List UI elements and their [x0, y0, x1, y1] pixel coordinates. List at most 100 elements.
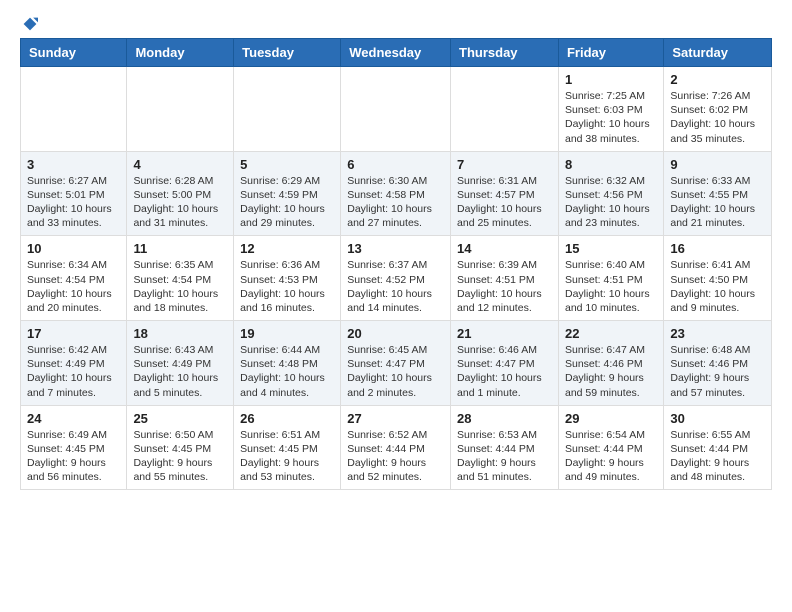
calendar-week-1: 1 Sunrise: 7:25 AM Sunset: 6:03 PM Daylig…: [21, 67, 772, 152]
day-number: 25: [133, 411, 227, 426]
day-info: Sunrise: 6:33 AM Sunset: 4:55 PM Dayligh…: [670, 174, 765, 231]
logo-icon: [22, 16, 38, 32]
day-number: 10: [27, 241, 120, 256]
day-number: 16: [670, 241, 765, 256]
day-info: Sunrise: 7:26 AM Sunset: 6:02 PM Dayligh…: [670, 89, 765, 146]
calendar-cell: 19 Sunrise: 6:44 AM Sunset: 4:48 PM Dayli…: [234, 321, 341, 406]
calendar-cell: 3 Sunrise: 6:27 AM Sunset: 5:01 PM Daylig…: [21, 151, 127, 236]
calendar-header-thursday: Thursday: [451, 39, 559, 67]
day-info: Sunrise: 6:50 AM Sunset: 4:45 PM Dayligh…: [133, 428, 227, 485]
calendar-cell: 4 Sunrise: 6:28 AM Sunset: 5:00 PM Daylig…: [127, 151, 234, 236]
day-info: Sunrise: 6:45 AM Sunset: 4:47 PM Dayligh…: [347, 343, 444, 400]
day-info: Sunrise: 6:41 AM Sunset: 4:50 PM Dayligh…: [670, 258, 765, 315]
day-number: 12: [240, 241, 334, 256]
calendar-week-4: 17Sunrise: 6:42 AM Sunset: 4:49 PM Dayli…: [21, 321, 772, 406]
calendar-cell: [341, 67, 451, 152]
calendar-cell: 30 Sunrise: 6:55 AM Sunset: 4:44 PM Dayli…: [664, 405, 772, 490]
calendar-cell: 18Sunrise: 6:43 AM Sunset: 4:49 PM Dayli…: [127, 321, 234, 406]
day-number: 24: [27, 411, 120, 426]
day-info: Sunrise: 6:32 AM Sunset: 4:56 PM Dayligh…: [565, 174, 657, 231]
day-number: 8: [565, 157, 657, 172]
calendar-header-saturday: Saturday: [664, 39, 772, 67]
day-info: Sunrise: 7:25 AM Sunset: 6:03 PM Dayligh…: [565, 89, 657, 146]
day-number: 3: [27, 157, 120, 172]
day-info: Sunrise: 6:52 AM Sunset: 4:44 PM Dayligh…: [347, 428, 444, 485]
calendar-cell: 25 Sunrise: 6:50 AM Sunset: 4:45 PM Dayli…: [127, 405, 234, 490]
day-info: Sunrise: 6:27 AM Sunset: 5:01 PM Dayligh…: [27, 174, 120, 231]
calendar-cell: 14 Sunrise: 6:39 AM Sunset: 4:51 PM Dayli…: [451, 236, 559, 321]
day-number: 18: [133, 326, 227, 341]
day-number: 19: [240, 326, 334, 341]
day-number: 17: [27, 326, 120, 341]
day-number: 11: [133, 241, 227, 256]
calendar-cell: 8 Sunrise: 6:32 AM Sunset: 4:56 PM Daylig…: [558, 151, 663, 236]
calendar-cell: 1 Sunrise: 7:25 AM Sunset: 6:03 PM Daylig…: [558, 67, 663, 152]
day-info: Sunrise: 6:35 AM Sunset: 4:54 PM Dayligh…: [133, 258, 227, 315]
day-number: 23: [670, 326, 765, 341]
day-info: Sunrise: 6:48 AM Sunset: 4:46 PM Dayligh…: [670, 343, 765, 400]
day-number: 28: [457, 411, 552, 426]
calendar-cell: 15 Sunrise: 6:40 AM Sunset: 4:51 PM Dayli…: [558, 236, 663, 321]
calendar-cell: 6 Sunrise: 6:30 AM Sunset: 4:58 PM Daylig…: [341, 151, 451, 236]
calendar-cell: 21Sunrise: 6:46 AM Sunset: 4:47 PM Dayli…: [451, 321, 559, 406]
header: [20, 16, 772, 32]
day-number: 2: [670, 72, 765, 87]
day-number: 6: [347, 157, 444, 172]
day-number: 30: [670, 411, 765, 426]
day-info: Sunrise: 6:30 AM Sunset: 4:58 PM Dayligh…: [347, 174, 444, 231]
calendar-cell: 2 Sunrise: 7:26 AM Sunset: 6:02 PM Daylig…: [664, 67, 772, 152]
calendar-header-monday: Monday: [127, 39, 234, 67]
calendar-cell: 22 Sunrise: 6:47 AM Sunset: 4:46 PM Dayli…: [558, 321, 663, 406]
calendar-header-friday: Friday: [558, 39, 663, 67]
day-info: Sunrise: 6:29 AM Sunset: 4:59 PM Dayligh…: [240, 174, 334, 231]
day-number: 1: [565, 72, 657, 87]
calendar-cell: 11 Sunrise: 6:35 AM Sunset: 4:54 PM Dayli…: [127, 236, 234, 321]
calendar-cell: [127, 67, 234, 152]
calendar-week-2: 3 Sunrise: 6:27 AM Sunset: 5:01 PM Daylig…: [21, 151, 772, 236]
calendar-header-sunday: Sunday: [21, 39, 127, 67]
day-number: 27: [347, 411, 444, 426]
day-number: 4: [133, 157, 227, 172]
day-info: Sunrise: 6:44 AM Sunset: 4:48 PM Dayligh…: [240, 343, 334, 400]
day-info: Sunrise: 6:51 AM Sunset: 4:45 PM Dayligh…: [240, 428, 334, 485]
day-number: 22: [565, 326, 657, 341]
day-info: Sunrise: 6:55 AM Sunset: 4:44 PM Dayligh…: [670, 428, 765, 485]
day-info: Sunrise: 6:36 AM Sunset: 4:53 PM Dayligh…: [240, 258, 334, 315]
calendar-cell: [234, 67, 341, 152]
logo: [20, 16, 38, 32]
day-info: Sunrise: 6:47 AM Sunset: 4:46 PM Dayligh…: [565, 343, 657, 400]
day-number: 5: [240, 157, 334, 172]
day-info: Sunrise: 6:40 AM Sunset: 4:51 PM Dayligh…: [565, 258, 657, 315]
day-number: 29: [565, 411, 657, 426]
day-info: Sunrise: 6:37 AM Sunset: 4:52 PM Dayligh…: [347, 258, 444, 315]
calendar-cell: [451, 67, 559, 152]
calendar-header-row: SundayMondayTuesdayWednesdayThursdayFrid…: [21, 39, 772, 67]
calendar-header-wednesday: Wednesday: [341, 39, 451, 67]
calendar-cell: 13 Sunrise: 6:37 AM Sunset: 4:52 PM Dayli…: [341, 236, 451, 321]
day-info: Sunrise: 6:53 AM Sunset: 4:44 PM Dayligh…: [457, 428, 552, 485]
day-info: Sunrise: 6:39 AM Sunset: 4:51 PM Dayligh…: [457, 258, 552, 315]
calendar-cell: 5 Sunrise: 6:29 AM Sunset: 4:59 PM Daylig…: [234, 151, 341, 236]
calendar-week-5: 24Sunrise: 6:49 AM Sunset: 4:45 PM Dayli…: [21, 405, 772, 490]
day-info: Sunrise: 6:31 AM Sunset: 4:57 PM Dayligh…: [457, 174, 552, 231]
calendar-cell: 23 Sunrise: 6:48 AM Sunset: 4:46 PM Dayli…: [664, 321, 772, 406]
day-info: Sunrise: 6:28 AM Sunset: 5:00 PM Dayligh…: [133, 174, 227, 231]
page: SundayMondayTuesdayWednesdayThursdayFrid…: [0, 0, 792, 510]
day-info: Sunrise: 6:34 AM Sunset: 4:54 PM Dayligh…: [27, 258, 120, 315]
calendar-cell: 10 Sunrise: 6:34 AM Sunset: 4:54 PM Dayli…: [21, 236, 127, 321]
calendar: SundayMondayTuesdayWednesdayThursdayFrid…: [20, 38, 772, 490]
day-number: 13: [347, 241, 444, 256]
calendar-cell: 26 Sunrise: 6:51 AM Sunset: 4:45 PM Dayli…: [234, 405, 341, 490]
calendar-cell: 9Sunrise: 6:33 AM Sunset: 4:55 PM Daylig…: [664, 151, 772, 236]
day-number: 15: [565, 241, 657, 256]
calendar-cell: 17Sunrise: 6:42 AM Sunset: 4:49 PM Dayli…: [21, 321, 127, 406]
day-number: 26: [240, 411, 334, 426]
calendar-cell: 7 Sunrise: 6:31 AM Sunset: 4:57 PM Daylig…: [451, 151, 559, 236]
day-number: 7: [457, 157, 552, 172]
day-info: Sunrise: 6:54 AM Sunset: 4:44 PM Dayligh…: [565, 428, 657, 485]
calendar-cell: 16 Sunrise: 6:41 AM Sunset: 4:50 PM Dayli…: [664, 236, 772, 321]
calendar-cell: 29 Sunrise: 6:54 AM Sunset: 4:44 PM Dayli…: [558, 405, 663, 490]
calendar-cell: 12 Sunrise: 6:36 AM Sunset: 4:53 PM Dayli…: [234, 236, 341, 321]
day-number: 14: [457, 241, 552, 256]
day-number: 21: [457, 326, 552, 341]
